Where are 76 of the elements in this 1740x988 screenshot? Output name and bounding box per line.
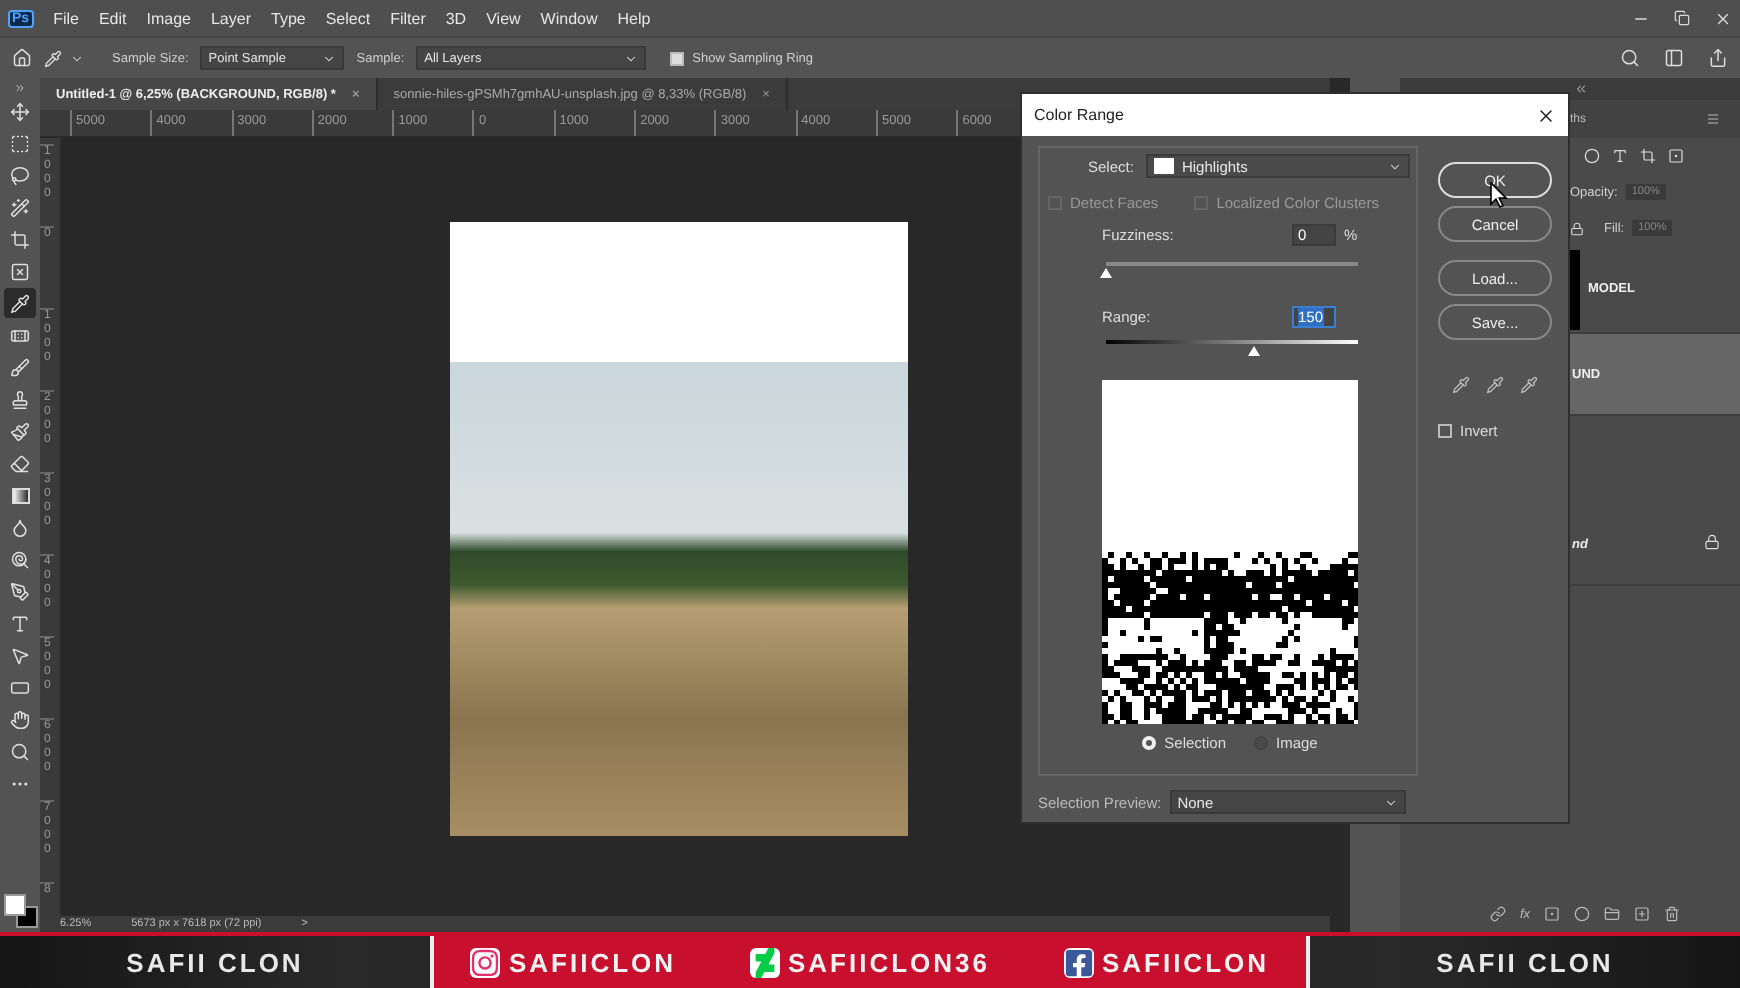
crossed-square-icon [10, 261, 30, 281]
close-icon[interactable] [1714, 9, 1732, 27]
wand-icon [10, 197, 30, 217]
new-layer-icon[interactable] [1634, 906, 1651, 922]
facebook-icon [1063, 947, 1094, 977]
eraser-icon [10, 453, 30, 473]
lollipop-icon [10, 549, 30, 569]
trash-icon[interactable] [1664, 906, 1681, 922]
zigzag-logo-icon [749, 947, 780, 977]
menu-icon[interactable] [1706, 112, 1721, 126]
channel-name: SAFII CLON [124, 947, 306, 977]
eyedropper-icon[interactable] [1452, 376, 1470, 394]
chevron-down-icon [1387, 159, 1402, 173]
menu-item[interactable]: Select [325, 9, 371, 27]
move-icon [10, 101, 30, 121]
menu-item[interactable]: 3D [445, 9, 467, 27]
menu-item[interactable]: Type [271, 9, 306, 27]
dialog-title: Color Range [1034, 106, 1124, 124]
instagram-icon [470, 947, 501, 977]
link-icon[interactable] [1490, 906, 1506, 922]
dashed-square-icon [10, 133, 30, 153]
chevron-down-icon [624, 51, 639, 65]
chevron-down-icon [1383, 795, 1398, 809]
checkbox[interactable] [1438, 424, 1452, 438]
menu-item[interactable]: View [486, 9, 521, 27]
circle-icon[interactable] [1584, 148, 1600, 164]
double-chevron-icon[interactable] [14, 82, 26, 94]
menu-item[interactable]: File [53, 9, 79, 27]
close-icon[interactable] [1536, 105, 1556, 125]
social-handle: SAFIICLON [1101, 947, 1270, 977]
type-icon[interactable] [1612, 148, 1628, 164]
lock-icon [1704, 534, 1720, 550]
droplet-icon [10, 517, 30, 537]
rectangle-icon [10, 677, 30, 697]
stamp-icon [10, 389, 30, 409]
folder-icon[interactable] [1604, 906, 1621, 922]
bandage-icon [10, 325, 30, 345]
tool-button[interactable] [4, 288, 36, 318]
square-dot-icon[interactable] [1668, 148, 1684, 164]
menu-item[interactable]: Edit [98, 9, 127, 27]
menu-item[interactable]: Help [617, 9, 651, 27]
color-swatches[interactable] [4, 894, 36, 926]
eyedropper-icon[interactable] [44, 49, 62, 67]
home-icon[interactable] [12, 48, 32, 68]
pen-nib-icon [10, 581, 30, 601]
double-chevron-icon[interactable] [1573, 82, 1587, 96]
eyedropper-icon[interactable] [1486, 376, 1504, 394]
slider-thumb[interactable] [1100, 268, 1112, 278]
eyedropper-icon[interactable] [1520, 376, 1538, 394]
menu-item[interactable]: Image [146, 9, 191, 27]
chevron-down-icon [70, 51, 84, 65]
social-handle: SAFIICLON36 [787, 947, 990, 977]
menu-item[interactable]: Window [540, 9, 598, 27]
crop-icon [10, 229, 30, 249]
chevron-down-icon [322, 51, 337, 65]
gradient-icon [11, 487, 29, 503]
share-icon[interactable] [1708, 48, 1728, 68]
menu-item[interactable]: Filter [390, 9, 426, 27]
search-icon[interactable] [1620, 48, 1640, 68]
panel-icon[interactable] [1664, 48, 1684, 68]
type-icon [10, 613, 30, 633]
brush-icon [10, 357, 30, 377]
slider-thumb[interactable] [1248, 346, 1261, 356]
magnifier-icon [10, 741, 30, 761]
hand-icon [10, 709, 30, 729]
pointer-icon [10, 645, 30, 665]
paintbrush-icon [10, 421, 30, 441]
eyedropper-icon [10, 293, 30, 313]
social-handle: SAFIICLON [508, 947, 677, 977]
restore-icon[interactable] [1674, 9, 1690, 25]
channel-name: SAFII CLON [1434, 947, 1616, 977]
lasso-icon [10, 165, 30, 185]
crop-icon[interactable] [1640, 148, 1656, 164]
checkbox[interactable] [670, 51, 685, 65]
menu-item[interactable]: Layer [210, 9, 251, 27]
lock-icon[interactable] [1570, 221, 1584, 235]
